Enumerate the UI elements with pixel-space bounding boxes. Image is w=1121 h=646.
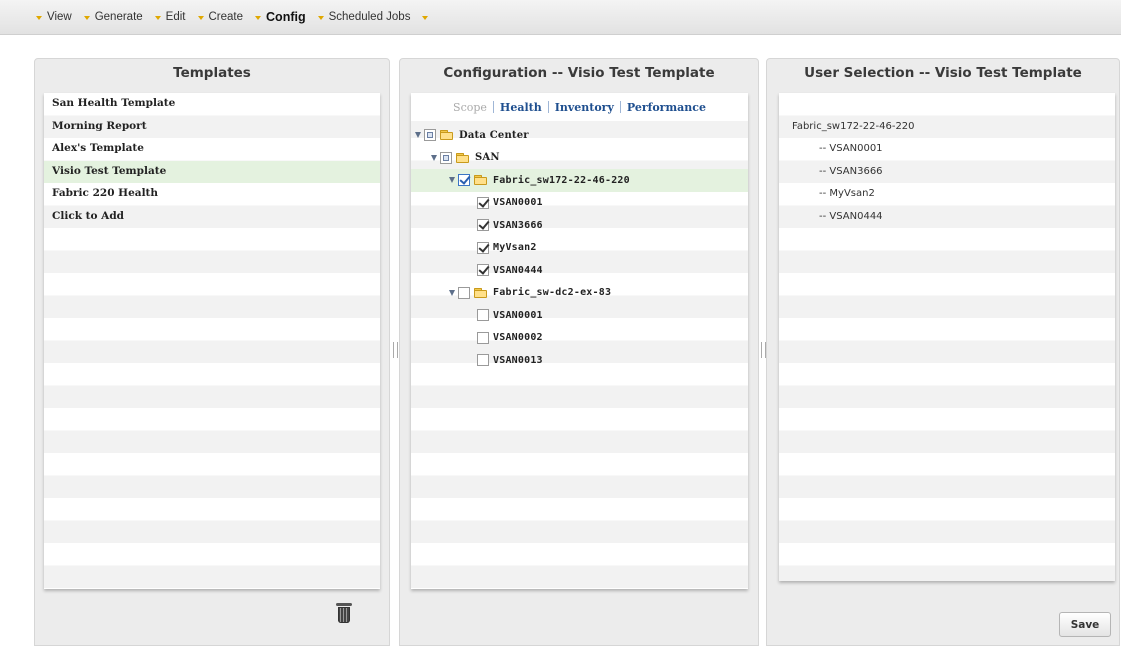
configuration-title: Configuration -- Visio Test Template xyxy=(443,65,715,81)
menu-bullet-icon xyxy=(36,15,42,20)
template-item-alexs-template[interactable]: Alex's Template xyxy=(44,138,380,161)
templates-panel: Templates San Health Template Morning Re… xyxy=(34,58,390,646)
menu-scheduled-jobs[interactable]: Scheduled Jobs xyxy=(317,10,410,24)
folder-icon xyxy=(456,152,470,163)
selection-item: -- VSAN3666 xyxy=(819,165,883,177)
menu-view[interactable]: View xyxy=(36,10,72,24)
menu-generate[interactable]: Generate xyxy=(83,10,143,24)
selection-item: -- VSAN0444 xyxy=(819,210,883,222)
expand-triangle-icon[interactable] xyxy=(415,132,421,139)
configuration-panel: Configuration -- Visio Test Template Sco… xyxy=(399,58,759,646)
user-selection-panel: User Selection -- Visio Test Template Fa… xyxy=(766,58,1120,646)
menu-bullet-icon xyxy=(154,15,161,20)
tree-node-vsan0013: VSAN0013 xyxy=(411,349,748,372)
tree-checkbox[interactable] xyxy=(477,354,489,367)
tree-node-vsan3666: VSAN3666 xyxy=(411,214,748,237)
template-item-fabric-220-health[interactable]: Fabric 220 Health xyxy=(44,183,380,206)
tree-checkbox[interactable] xyxy=(458,174,470,187)
tree-checkbox[interactable] xyxy=(477,309,489,322)
save-button[interactable]: Save xyxy=(1059,612,1111,637)
tree-checkbox[interactable] xyxy=(477,264,489,277)
tree-checkbox[interactable] xyxy=(477,196,489,209)
tab-performance[interactable]: Performance xyxy=(621,101,712,114)
expand-triangle-icon[interactable] xyxy=(449,289,455,296)
config-tabs: Scope Health Inventory Performance xyxy=(411,93,748,121)
tab-inventory[interactable]: Inventory xyxy=(549,101,620,114)
splitter-handle[interactable] xyxy=(393,342,398,358)
folder-icon xyxy=(474,175,488,186)
template-item-san-health[interactable]: San Health Template xyxy=(44,93,380,116)
tree-checkbox[interactable] xyxy=(477,331,489,344)
menu-edit[interactable]: Edit xyxy=(154,10,186,24)
selection-item: -- MyVsan2 xyxy=(819,188,875,199)
tree-node-vsan0001: VSAN0001 xyxy=(411,192,748,215)
tree-node-vsan0002: VSAN0002 xyxy=(411,327,748,350)
menu-items: View Generate Edit Create Config Schedul… xyxy=(36,10,429,24)
expand-triangle-icon[interactable] xyxy=(431,154,437,161)
menu-bullet-icon xyxy=(83,15,90,20)
menu-more-icon[interactable] xyxy=(422,16,429,20)
tree-node-myvsan2: MyVsan2 xyxy=(411,237,748,260)
user-selection-title: User Selection -- Visio Test Template xyxy=(804,65,1082,81)
tree-node-vsan0444: VSAN0444 xyxy=(411,259,748,282)
template-item-click-to-add[interactable]: Click to Add xyxy=(44,206,380,229)
selection-item: -- VSAN0001 xyxy=(819,143,883,154)
tree-node-fabric-sw172: Fabric_sw172-22-46-220 xyxy=(411,169,748,192)
tree-node-vsan0001-b: VSAN0001 xyxy=(411,304,748,327)
tree-checkbox[interactable] xyxy=(458,286,470,299)
tree-node-san: SAN xyxy=(411,147,748,170)
tree-checkbox[interactable] xyxy=(424,129,436,142)
trash-icon[interactable] xyxy=(336,603,352,623)
top-menu-bar: View Generate Edit Create Config Schedul… xyxy=(0,0,1121,35)
configuration-tree-area: Scope Health Inventory Performance Data … xyxy=(411,93,748,589)
tree-checkbox[interactable] xyxy=(477,219,489,232)
tree-checkbox[interactable] xyxy=(477,241,489,254)
menu-bullet-icon xyxy=(197,15,204,20)
tab-scope[interactable]: Scope xyxy=(447,101,493,114)
template-item-morning-report[interactable]: Morning Report xyxy=(44,116,380,139)
expand-triangle-icon[interactable] xyxy=(449,177,455,184)
menu-bullet-icon xyxy=(317,15,324,20)
templates-list: San Health Template Morning Report Alex'… xyxy=(44,93,380,589)
templates-title: Templates xyxy=(173,65,251,81)
tree-checkbox[interactable] xyxy=(440,151,452,164)
selection-item: Fabric_sw172-22-46-220 xyxy=(792,120,915,132)
template-item-visio-test[interactable]: Visio Test Template xyxy=(44,160,380,183)
folder-icon xyxy=(474,287,488,298)
folder-icon xyxy=(440,130,454,141)
menu-config[interactable]: Config xyxy=(255,10,306,24)
user-selection-list: Fabric_sw172-22-46-220 -- VSAN0001 -- VS… xyxy=(779,93,1115,581)
tree-node-fabric-sw-dc2: Fabric_sw-dc2-ex-83 xyxy=(411,282,748,305)
menu-create[interactable]: Create xyxy=(197,10,243,24)
tab-health[interactable]: Health xyxy=(494,101,548,114)
tree-node-data-center: Data Center xyxy=(411,124,748,147)
menu-bullet-icon xyxy=(255,15,262,20)
